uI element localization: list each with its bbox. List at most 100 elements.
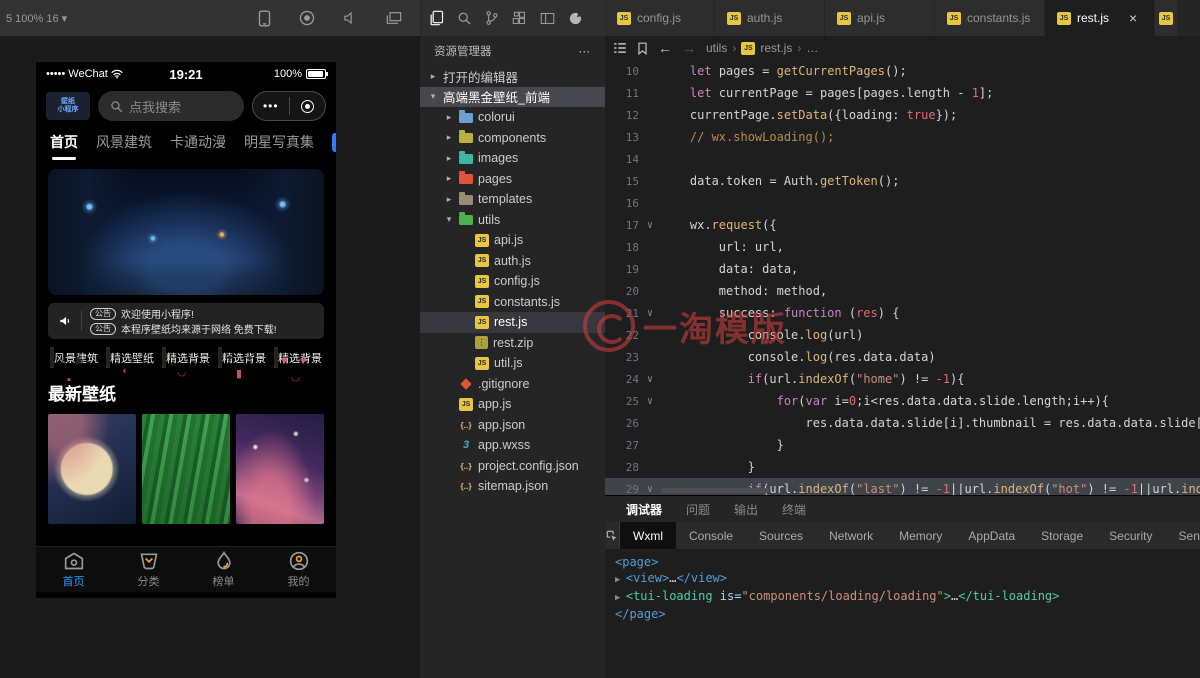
breadcrumb-path[interactable]: utils › JS rest.js ›… [706, 41, 818, 55]
tree-item-images[interactable]: ▸ images [420, 148, 605, 169]
editor-tab-constants.js[interactable]: JS constants.js [935, 0, 1045, 36]
code-line-20[interactable]: 20 method: method, [605, 280, 1200, 302]
code-line-15[interactable]: 15 data.token = Auth.getToken(); [605, 170, 1200, 192]
hand-icon[interactable] [568, 11, 583, 26]
breadcrumb-segment[interactable]: … [806, 41, 818, 55]
chevron-collapsed-icon[interactable]: ▸ [444, 173, 454, 184]
fold-chevron-icon[interactable]: ∨ [639, 308, 661, 319]
files-icon[interactable] [429, 10, 444, 26]
code-line-13[interactable]: 13 // wx.showLoading(); [605, 126, 1200, 148]
phone-icon[interactable] [258, 9, 271, 27]
multi-window-icon[interactable] [386, 10, 402, 27]
tree-item-sitemap.json[interactable]: {..} sitemap.json [420, 476, 605, 497]
tree-item-pages[interactable]: ▸ pages [420, 169, 605, 190]
fold-chevron-icon[interactable]: ∨ [639, 484, 661, 495]
code-line-11[interactable]: 11 let currentPage = pages[pages.length … [605, 82, 1200, 104]
code-line-24[interactable]: 24 ∨ if(url.indexOf("home") != -1){ [605, 368, 1200, 390]
devtools-tab-Wxml[interactable]: Wxml [620, 522, 676, 549]
more-categories-badge[interactable]: ·更多分类· [332, 132, 336, 152]
outline-list-icon[interactable] [613, 42, 627, 54]
tree-item-config.js[interactable]: JS config.js [420, 271, 605, 292]
code-line-27[interactable]: 27 } [605, 434, 1200, 456]
search-input[interactable]: 点我搜索 [98, 91, 244, 121]
git-branch-icon[interactable] [485, 10, 499, 26]
category-item-风景建筑[interactable]: >◉▪风景建筑 [48, 347, 100, 386]
devtools-tab-Storage[interactable]: Storage [1028, 522, 1096, 549]
devtools-tab-Sources[interactable]: Sources [746, 522, 816, 549]
tree-item-api.js[interactable]: JS api.js [420, 230, 605, 251]
inspect-element-icon[interactable] [605, 522, 620, 549]
phone-tab-卡通动漫[interactable]: 卡通动漫 [170, 132, 226, 152]
devtools-tab-Memory[interactable]: Memory [886, 522, 955, 549]
phone-tab-风景建筑[interactable]: 风景建筑 [96, 132, 152, 152]
breadcrumb-segment[interactable]: rest.js [760, 41, 792, 55]
devtools-tab-Network[interactable]: Network [816, 522, 886, 549]
code-line-10[interactable]: 10 let pages = getCurrentPages(); [605, 60, 1200, 82]
nav-forward-button[interactable]: → [682, 40, 696, 56]
code-line-26[interactable]: 26 res.data.data.slide[i].thumbnail = re… [605, 412, 1200, 434]
tree-item-project.config.json[interactable]: {..} project.config.json [420, 456, 605, 477]
more-actions-icon[interactable]: ⋯ [579, 44, 592, 58]
tree-item-auth.js[interactable]: JS auth.js [420, 251, 605, 272]
tabbar-item-我的[interactable]: 我的 [261, 547, 336, 592]
notice-bar[interactable]: 公告 欢迎使用小程序! 公告 本程序壁纸均来源于网络 免费下载! [48, 303, 324, 339]
tabbar-item-首页[interactable]: 首页 [36, 547, 111, 592]
editor-tab-auth.js[interactable]: JS auth.js [715, 0, 825, 36]
chevron-collapsed-icon[interactable]: ▸ [444, 112, 454, 123]
chevron-expanded-icon[interactable]: ▾ [428, 91, 438, 102]
wxml-node[interactable]: ▶ <tui-loading is="components/loading/lo… [615, 588, 1190, 606]
moon-wallpaper[interactable] [48, 414, 136, 524]
chevron-collapsed-icon[interactable]: ▸ [428, 71, 438, 82]
fold-chevron-icon[interactable]: ∨ [639, 374, 661, 385]
tree-item-constants.js[interactable]: JS constants.js [420, 292, 605, 313]
code-line-25[interactable]: 25 ∨ for(var i=0;i<res.data.data.slide.le… [605, 390, 1200, 412]
tree-item-app.js[interactable]: JS app.js [420, 394, 605, 415]
wxml-node[interactable]: ▶ <view>…</view> [615, 570, 1190, 588]
category-item-精选背景[interactable]: ◡◡◡精选背景 [160, 347, 212, 378]
code-line-21[interactable]: 21 ∨ success: function (res) { [605, 302, 1200, 324]
tree-item-util.js[interactable]: JS util.js [420, 353, 605, 374]
nav-back-button[interactable]: ← [658, 40, 672, 56]
extensions-icon[interactable] [512, 11, 527, 26]
fold-chevron-icon[interactable]: ∨ [639, 220, 661, 231]
code-editor[interactable]: 10 let pages = getCurrentPages(); 11 let … [605, 60, 1200, 495]
tree-item-utils[interactable]: ▾ utils [420, 210, 605, 231]
code-line-19[interactable]: 19 data: data, [605, 258, 1200, 280]
code-line-23[interactable]: 23 console.log(res.data.data) [605, 346, 1200, 368]
editor-tab-rest.js[interactable]: JS rest.js × [1045, 0, 1155, 36]
wxml-node[interactable]: <page> [615, 554, 1190, 570]
debugger-tab-调试器[interactable]: 调试器 [615, 501, 673, 518]
chevron-collapsed-icon[interactable]: ▸ [444, 132, 454, 143]
chevron-expanded-icon[interactable]: ▾ [444, 214, 454, 225]
phone-tab-明星写真集[interactable]: 明星写真集 [244, 132, 314, 152]
editor-tab-api.js[interactable]: JS api.js [825, 0, 935, 36]
tree-item-高端黑金壁纸_前端[interactable]: ▾ 高端黑金壁纸_前端 [420, 86, 605, 107]
tree-item-app.wxss[interactable]: 3 app.wxss [420, 435, 605, 456]
category-item-精选壁纸[interactable]: ◠◠◖精选壁纸 [104, 347, 156, 377]
more-options-button[interactable]: ••• [253, 99, 289, 113]
grass-wallpaper[interactable] [142, 414, 230, 524]
code-line-22[interactable]: 22 console.log(url) [605, 324, 1200, 346]
devtools-tab-Console[interactable]: Console [676, 522, 746, 549]
editor-tab-config.js[interactable]: JS config.js [605, 0, 715, 36]
editor-tab-overflow[interactable]: JS [1155, 0, 1178, 36]
fold-chevron-icon[interactable]: ∨ [639, 396, 661, 407]
tree-item-.gitignore[interactable]: .gitignore [420, 374, 605, 395]
tree-item-colorui[interactable]: ▸ colorui [420, 107, 605, 128]
devtools-tab-Security[interactable]: Security [1096, 522, 1165, 549]
horizontal-scrollbar[interactable] [661, 488, 769, 493]
debugger-tab-输出[interactable]: 输出 [723, 501, 769, 518]
tabbar-item-榜单[interactable]: 榜单 [186, 547, 261, 592]
tabbar-item-分类[interactable]: 分类 [111, 547, 186, 592]
device-selector[interactable]: 5 100% 16 ▾ [6, 12, 67, 25]
tree-item-rest.js[interactable]: JS rest.js [420, 312, 605, 333]
code-line-18[interactable]: 18 url: url, [605, 236, 1200, 258]
category-item-精选背景[interactable]: ♥♥◡精选背景 [272, 347, 324, 383]
devtools-tab-AppData[interactable]: AppData [955, 522, 1028, 549]
tree-item-rest.zip[interactable]: ⋮ rest.zip [420, 333, 605, 354]
code-line-14[interactable]: 14 [605, 148, 1200, 170]
minimize-close-button[interactable] [290, 99, 326, 113]
featured-banner[interactable] [48, 169, 324, 295]
debugger-tab-终端[interactable]: 终端 [771, 501, 817, 518]
search-icon[interactable] [457, 11, 472, 26]
